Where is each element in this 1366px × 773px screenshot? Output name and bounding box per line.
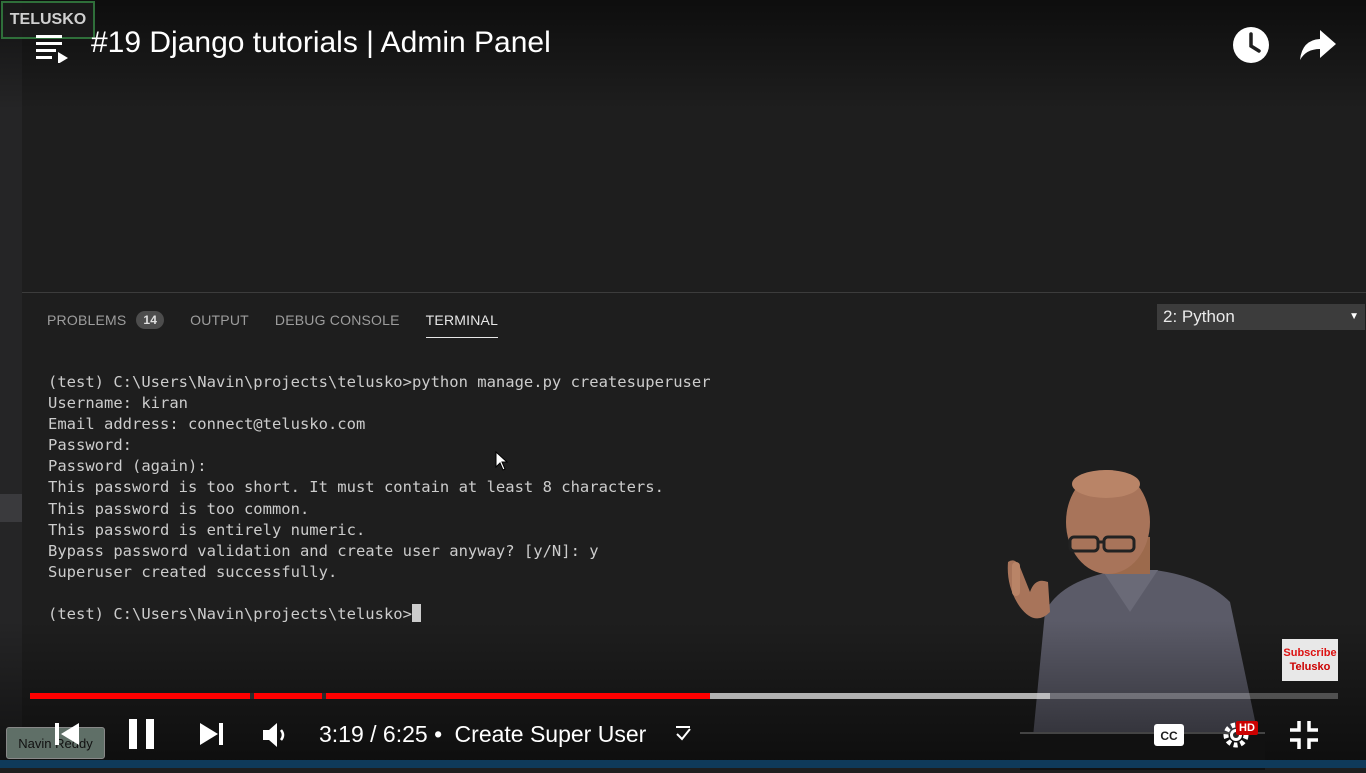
pause-icon[interactable] bbox=[127, 718, 157, 750]
captions-icon[interactable]: CC bbox=[1153, 722, 1185, 748]
previous-icon[interactable] bbox=[53, 720, 81, 748]
next-icon[interactable] bbox=[198, 720, 226, 748]
tab-terminal-label: TERMINAL bbox=[425, 312, 499, 328]
terminal-select-value: 2: Python bbox=[1163, 307, 1235, 326]
panel-tabs: PROBLEMS 14 OUTPUT DEBUG CONSOLE TERMINA… bbox=[47, 307, 524, 338]
dropdown-caret-icon: ▼ bbox=[1349, 311, 1359, 322]
tab-debug-console[interactable]: DEBUG CONSOLE bbox=[275, 307, 400, 333]
terminal-line: This password is too short. It must cont… bbox=[48, 478, 664, 497]
subscribe-card[interactable]: Subscribe Telusko bbox=[1282, 639, 1338, 681]
terminal-line: This password is entirely numeric. bbox=[48, 520, 366, 539]
time-display: 3:19 / 6:25 • Create Super User bbox=[319, 721, 646, 748]
tab-output-label: OUTPUT bbox=[190, 312, 249, 328]
progress-played bbox=[30, 693, 711, 699]
time-separator: • bbox=[434, 721, 443, 747]
share-icon[interactable] bbox=[1298, 28, 1338, 62]
tab-debug-console-label: DEBUG CONSOLE bbox=[274, 312, 400, 328]
chapter-marker bbox=[250, 693, 254, 699]
mouse-pointer-icon bbox=[495, 451, 509, 471]
volume-icon[interactable] bbox=[262, 722, 290, 748]
terminal-output[interactable]: (test) C:\Users\Navin\projects\telusko>p… bbox=[48, 372, 711, 625]
progress-bar[interactable] bbox=[30, 693, 1338, 699]
terminal-line: Email address: connect@telusko.com bbox=[48, 415, 366, 434]
terminal-line: Password: bbox=[48, 436, 132, 455]
playlist-icon[interactable] bbox=[36, 33, 68, 63]
activity-bar-selected bbox=[0, 494, 22, 522]
problems-count-badge: 14 bbox=[136, 311, 165, 329]
chapter-title[interactable]: Create Super User bbox=[455, 721, 647, 747]
terminal-line: This password is too common. bbox=[48, 499, 310, 518]
tab-problems-label: PROBLEMS bbox=[47, 312, 127, 328]
taskbar-strip bbox=[0, 760, 1366, 768]
svg-text:CC: CC bbox=[1160, 729, 1178, 743]
video-title[interactable]: #19 Django tutorials | Admin Panel bbox=[91, 26, 551, 60]
tab-problems[interactable]: PROBLEMS 14 bbox=[47, 307, 165, 333]
subscribe-card-line1: Subscribe bbox=[1283, 647, 1337, 659]
terminal-select[interactable]: 2: Python ▼ bbox=[1157, 304, 1365, 330]
chapter-chevron-icon[interactable] bbox=[673, 724, 693, 744]
terminal-line: Superuser created successfully. bbox=[48, 562, 338, 581]
tab-output[interactable]: OUTPUT bbox=[190, 307, 249, 333]
exit-fullscreen-icon[interactable] bbox=[1289, 720, 1319, 750]
terminal-line: Password (again): bbox=[48, 457, 207, 476]
terminal-line: (test) C:\Users\Navin\projects\telusko>p… bbox=[48, 373, 711, 391]
time-current-duration: 3:19 / 6:25 bbox=[319, 721, 428, 747]
hd-badge: HD bbox=[1236, 721, 1258, 735]
watch-later-icon[interactable] bbox=[1232, 26, 1270, 64]
tab-terminal[interactable]: TERMINAL bbox=[425, 307, 499, 338]
terminal-line: Bypass password validation and create us… bbox=[48, 541, 599, 560]
video-frame[interactable]: PROBLEMS 14 OUTPUT DEBUG CONSOLE TERMINA… bbox=[0, 0, 1366, 770]
terminal-line: Username: kiran bbox=[48, 394, 188, 413]
chapter-marker bbox=[322, 693, 326, 699]
subscribe-card-line2: Telusko bbox=[1289, 661, 1331, 673]
